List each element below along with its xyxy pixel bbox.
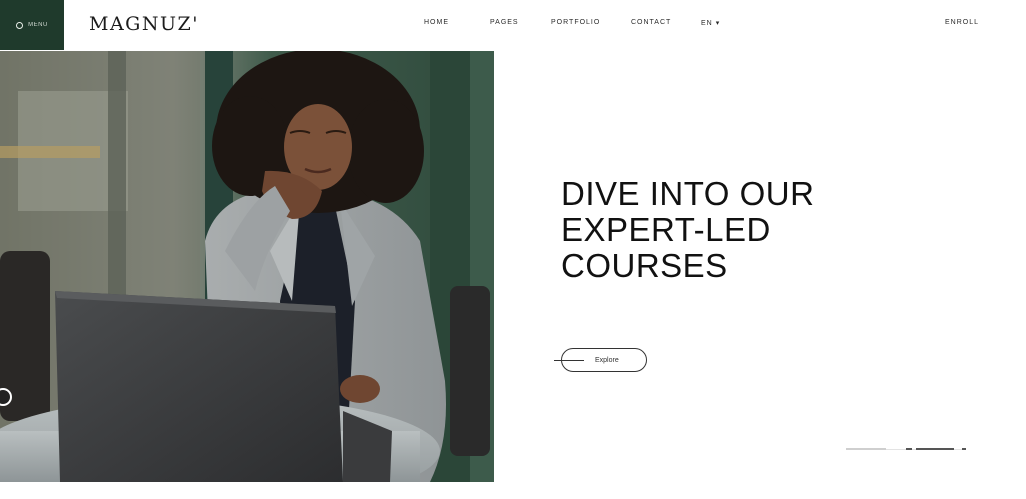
language-label: EN bbox=[701, 20, 713, 27]
menu-button[interactable]: MENU bbox=[0, 0, 64, 50]
site-logo[interactable]: MAGNUZ' bbox=[89, 13, 199, 35]
explore-button-label: Explore bbox=[595, 356, 619, 364]
hero-image bbox=[0, 51, 494, 482]
arrow-line-icon bbox=[554, 360, 584, 361]
nav-item-portfolio[interactable]: Portfolio bbox=[551, 19, 600, 26]
slider-progress[interactable] bbox=[846, 448, 966, 451]
nav-item-contact[interactable]: Contact bbox=[631, 19, 671, 26]
menu-label: MENU bbox=[28, 22, 48, 28]
menu-dot-icon bbox=[16, 21, 24, 29]
header-enroll-link[interactable]: Enroll bbox=[945, 19, 979, 26]
site-header: MENU MAGNUZ' Home Pages Portfolio Contac… bbox=[0, 0, 1026, 50]
hero-title-line: DIVE INTO OUR bbox=[561, 175, 815, 212]
nav-item-language[interactable]: EN ▾ bbox=[701, 19, 720, 27]
nav-item-pages[interactable]: Pages bbox=[490, 19, 519, 26]
hero-photo-illustration bbox=[0, 51, 494, 482]
slider-progress-segment bbox=[962, 448, 966, 450]
hero-title-line: COURSES bbox=[561, 247, 728, 284]
chevron-down-icon: ▾ bbox=[715, 20, 721, 27]
slider-progress-segment bbox=[846, 448, 886, 450]
nav-item-home[interactable]: Home bbox=[424, 19, 449, 26]
hero-title-line: EXPERT-LED bbox=[561, 211, 771, 248]
hero-title: DIVE INTO OUR EXPERT-LED COURSES bbox=[561, 176, 814, 284]
slider-progress-segment bbox=[906, 448, 912, 450]
slider-progress-active bbox=[916, 448, 954, 450]
explore-button[interactable]: Explore bbox=[554, 348, 647, 372]
